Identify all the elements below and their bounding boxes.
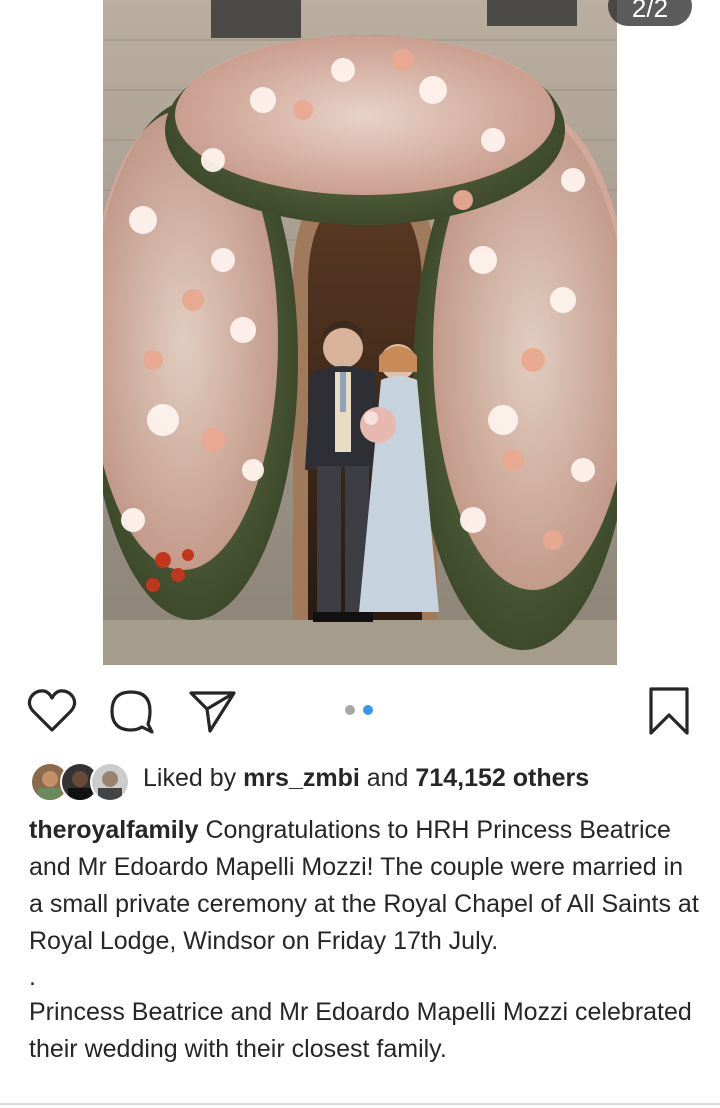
carousel-counter: 2/2	[608, 0, 692, 26]
like-button[interactable]	[27, 688, 77, 734]
likes-middle: and	[366, 764, 409, 792]
comment-icon	[110, 690, 154, 734]
caption-separator: .	[29, 963, 36, 991]
bookmark-icon	[649, 687, 689, 735]
carousel-dot-inactive	[345, 705, 355, 715]
liker-username[interactable]: mrs_zmbi	[243, 764, 360, 792]
likes-row[interactable]: Liked by mrs_zmbi and 714,152 others	[30, 760, 710, 802]
likes-prefix: Liked by	[143, 764, 237, 792]
post-action-bar	[0, 680, 720, 740]
share-button[interactable]	[188, 688, 238, 734]
comment-button[interactable]	[108, 688, 156, 734]
carousel-dot-active	[363, 705, 373, 715]
likes-count[interactable]: 714,152 others	[415, 764, 589, 792]
divider	[0, 1103, 720, 1105]
post-caption: theroyalfamily Congratulations to HRH Pr…	[29, 812, 701, 1068]
liker-avatars	[30, 762, 130, 802]
likes-text: Liked by mrs_zmbi and 714,152 others	[143, 764, 589, 793]
share-icon	[189, 691, 236, 733]
heart-icon	[27, 689, 77, 732]
avatar	[90, 762, 130, 802]
caption-username[interactable]: theroyalfamily	[29, 816, 199, 844]
save-button[interactable]	[647, 686, 691, 736]
caption-second-paragraph: Princess Beatrice and Mr Edoardo Mapelli…	[29, 998, 692, 1063]
post-image[interactable]	[103, 0, 617, 665]
